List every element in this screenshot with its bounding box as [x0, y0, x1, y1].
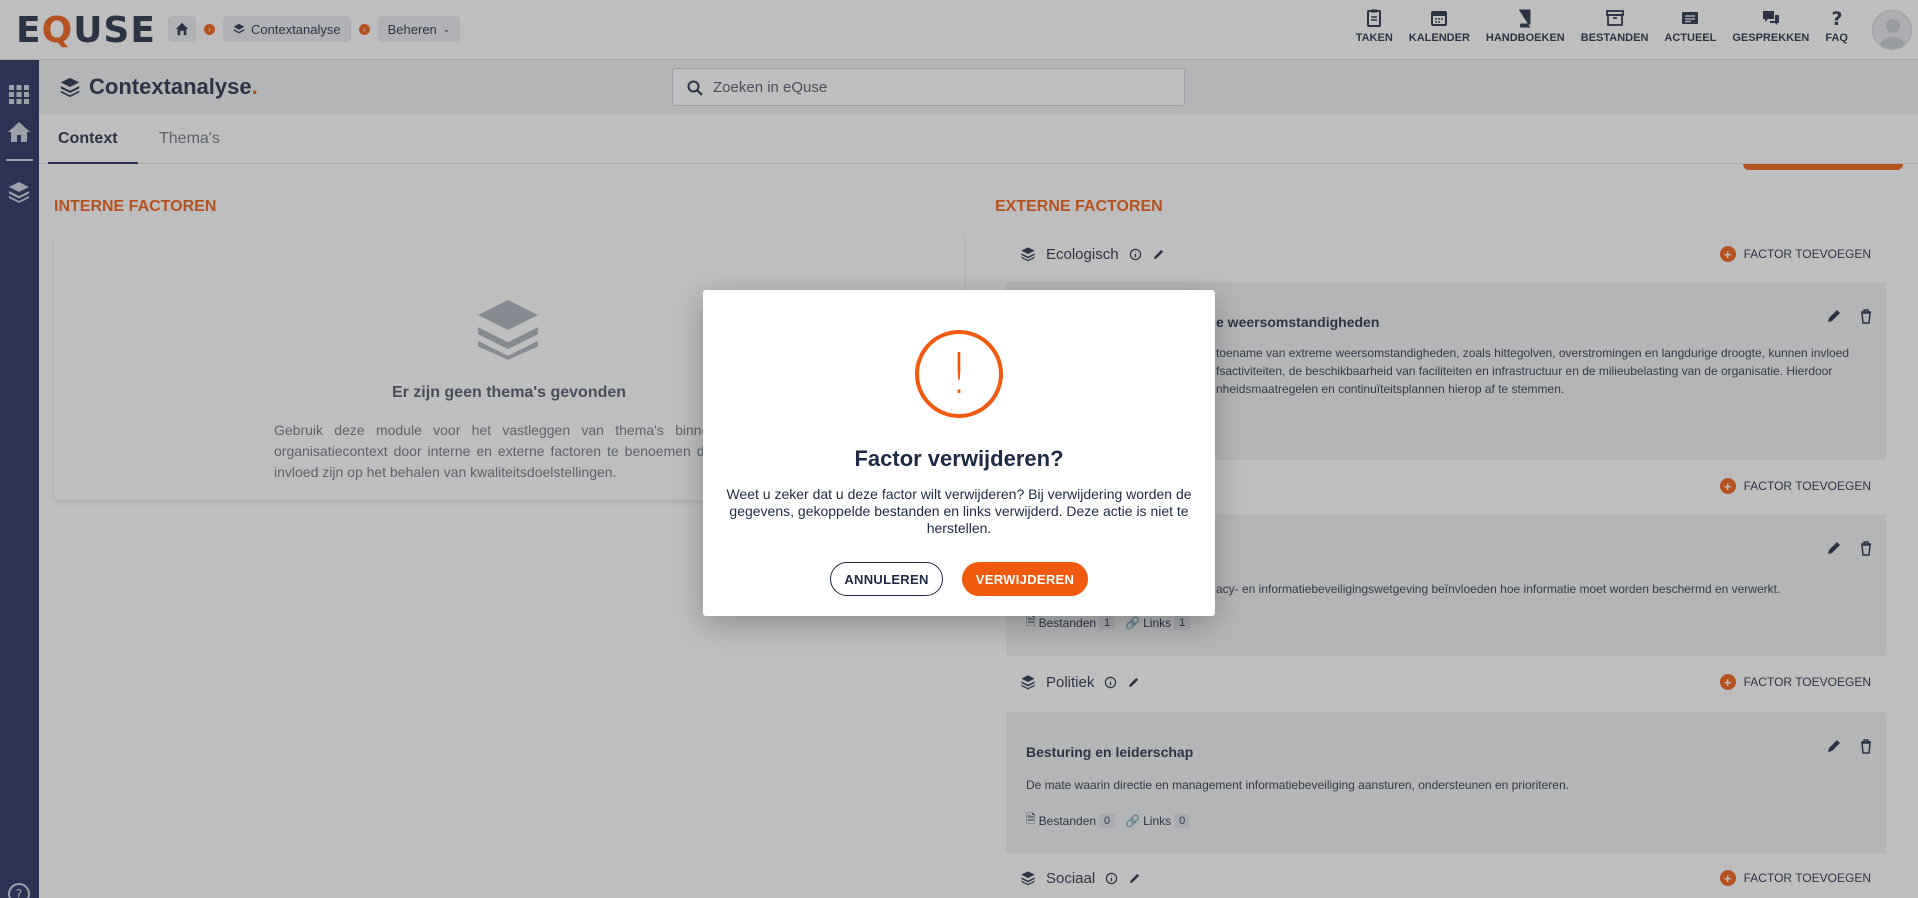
- dialog-message: Weet u zeker dat u deze factor wilt verw…: [726, 486, 1192, 536]
- delete-factor-dialog: ! Factor verwijderen? Weet u zeker dat u…: [703, 290, 1215, 616]
- cancel-button[interactable]: ANNULEREN: [830, 562, 943, 596]
- delete-button[interactable]: VERWIJDEREN: [962, 562, 1088, 596]
- warning-glyph: !: [947, 341, 971, 407]
- dialog-title: Factor verwijderen?: [854, 446, 1064, 471]
- warning-icon: !: [915, 330, 1003, 418]
